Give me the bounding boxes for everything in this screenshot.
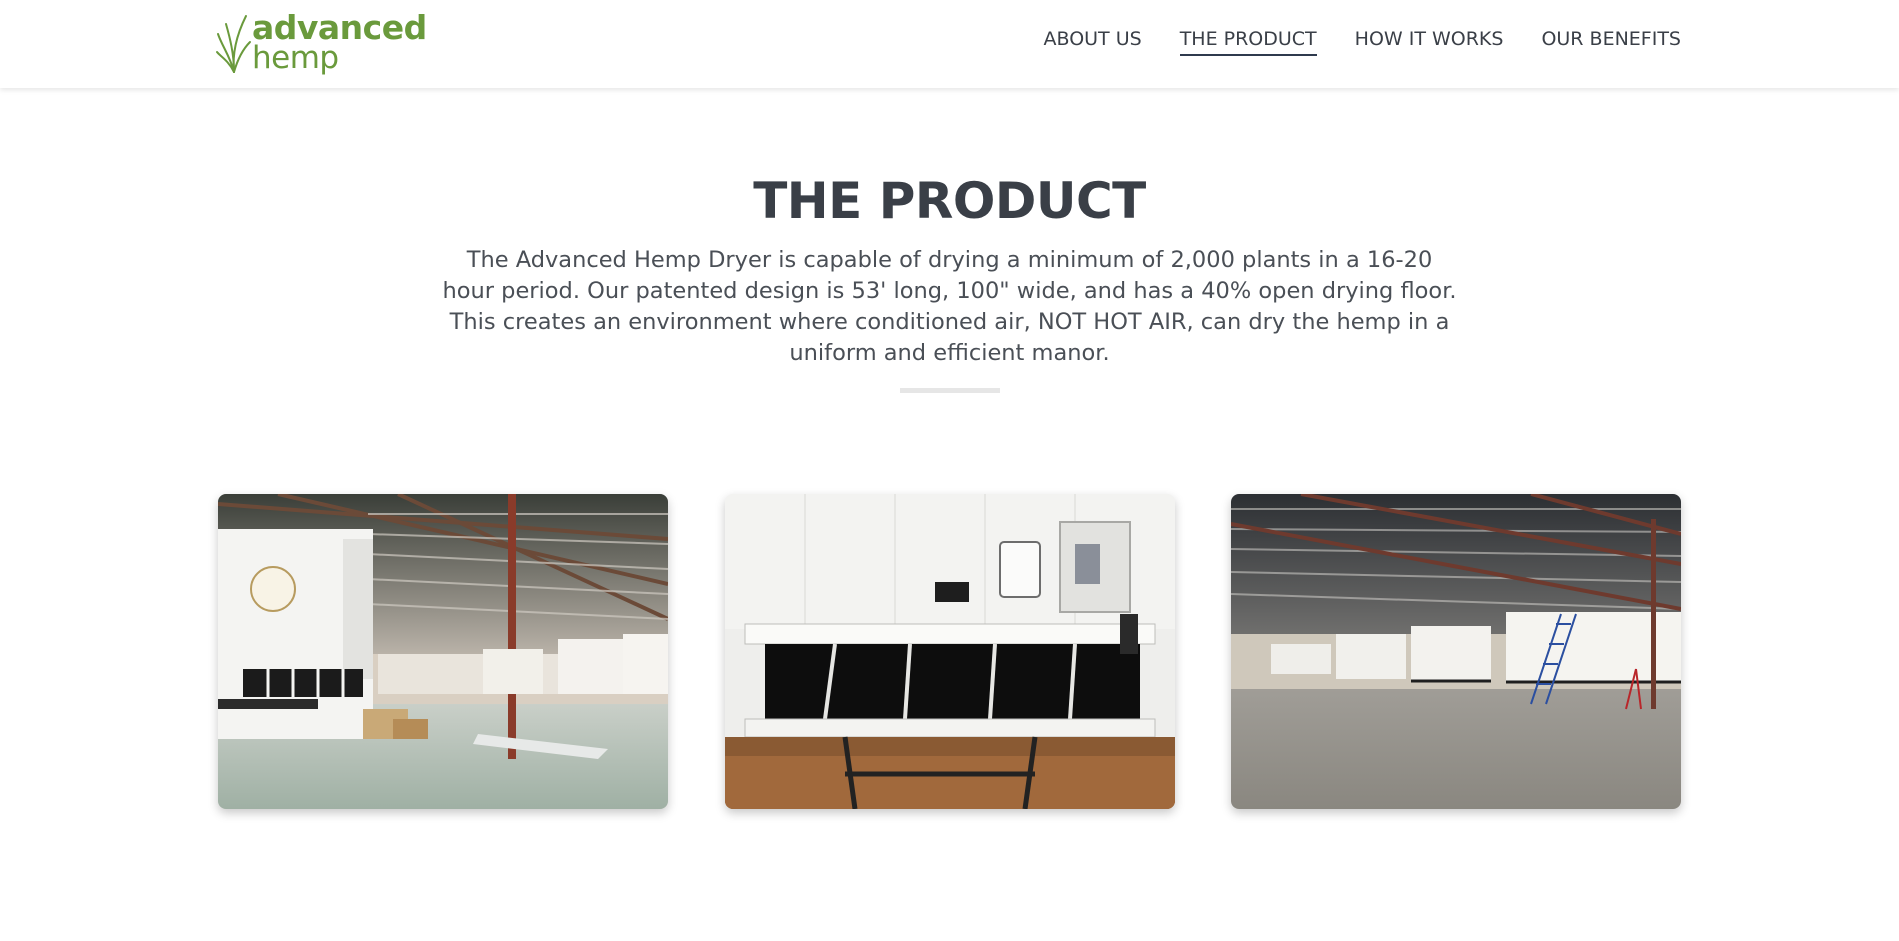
nav-item-how-it-works[interactable]: HOW IT WORKS	[1355, 28, 1504, 56]
nav-item-about-us[interactable]: ABOUT US	[1044, 28, 1142, 56]
page-title: THE PRODUCT	[753, 172, 1146, 230]
site-header: advanced hemp ABOUT US THE PRODUCT HOW I…	[0, 0, 1899, 88]
brand-logo[interactable]: advanced hemp	[216, 8, 427, 76]
hemp-leaf-icon	[216, 15, 251, 73]
dryer-trailer-rear-closeup-photo	[725, 494, 1175, 809]
gallery-image-warehouse-row[interactable]	[1231, 494, 1681, 809]
warehouse-row-of-trailers-photo	[1231, 494, 1681, 809]
warehouse-trailer-with-dryer-photo	[218, 494, 668, 809]
product-description: The Advanced Hemp Dryer is capable of dr…	[442, 247, 1457, 366]
nav-item-the-product[interactable]: THE PRODUCT	[1179, 28, 1317, 56]
brand-wordmark: advanced hemp	[252, 8, 427, 76]
gallery-image-warehouse-trailer[interactable]	[218, 494, 668, 809]
section-divider	[900, 388, 1000, 393]
brand-name-line1: advanced	[252, 8, 427, 47]
gallery-image-dryer-closeup[interactable]	[725, 494, 1175, 809]
main-navigation: ABOUT US THE PRODUCT HOW IT WORKS OUR BE…	[1044, 28, 1681, 56]
brand-name-line2: hemp	[252, 40, 339, 76]
nav-item-our-benefits[interactable]: OUR BENEFITS	[1541, 28, 1681, 56]
